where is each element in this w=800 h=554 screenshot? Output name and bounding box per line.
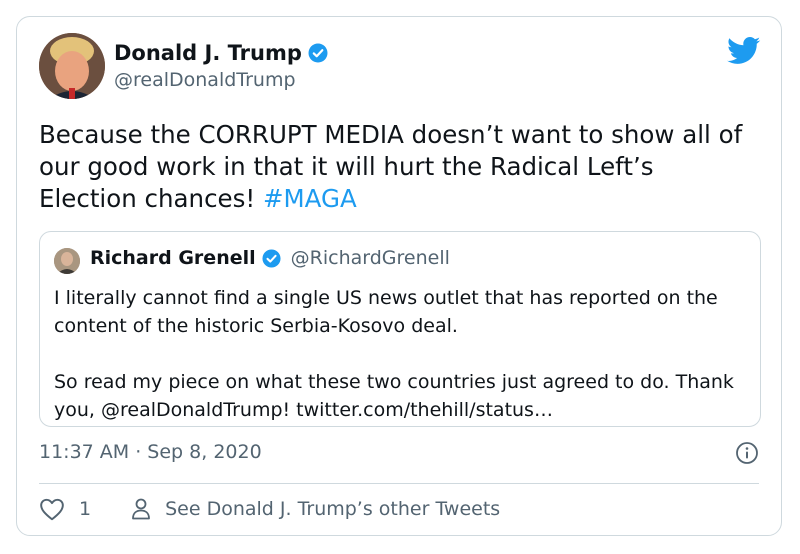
like-count: 1 [79,498,92,520]
author-avatar[interactable] [39,33,105,99]
timestamp[interactable]: 11:37 AM · Sep 8, 2020 [39,441,262,463]
see-other-tweets-link[interactable]: See Donald J. Trump’s other Tweets [131,497,500,521]
quoted-author-name[interactable]: Richard Grenell [90,247,256,269]
divider [39,483,759,484]
quoted-paragraph-2: So read my piece on what these two count… [54,371,734,421]
quoted-tweet[interactable]: Richard Grenell @RichardGrenell I litera… [39,231,761,427]
tweet-card[interactable]: Donald J. Trump @realDonaldTrump Because… [16,16,782,536]
heart-icon [39,497,65,521]
quoted-paragraph-1: I literally cannot find a single US news… [54,287,718,337]
tweet-text: Because the CORRUPT MEDIA doesn’t want t… [39,119,759,215]
see-other-tweets-label: See Donald J. Trump’s other Tweets [165,498,501,520]
person-icon [131,497,151,521]
quoted-text: I literally cannot find a single US news… [54,284,754,424]
quoted-author-handle[interactable]: @RichardGrenell [291,247,450,269]
verified-badge-icon [308,43,328,63]
like-button[interactable]: 1 [39,497,91,521]
twitter-bird-icon[interactable] [727,37,761,65]
tweet-body: Because the CORRUPT MEDIA doesn’t want t… [39,120,743,213]
author-handle[interactable]: @realDonaldTrump [114,69,296,91]
author-name[interactable]: Donald J. Trump [114,41,302,65]
verified-badge-icon [262,248,281,268]
action-bar: 1 See Donald J. Trump’s other Tweets [39,497,500,521]
quoted-author-avatar[interactable] [54,248,80,274]
info-icon[interactable] [735,441,759,465]
hashtag-link[interactable]: #MAGA [263,184,357,213]
author-name-row[interactable]: Donald J. Trump [114,41,328,65]
quoted-header: Richard Grenell @RichardGrenell [90,247,450,269]
